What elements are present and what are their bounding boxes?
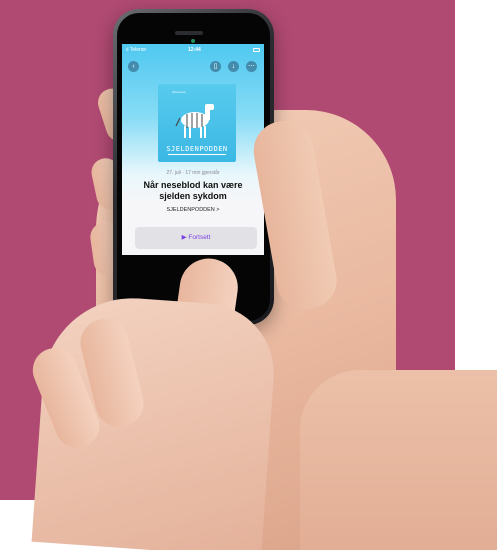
- wrist: [300, 370, 497, 550]
- bookmark-icon[interactable]: ▯: [210, 61, 221, 72]
- earpiece: [175, 31, 203, 35]
- zebra-illustration: [175, 104, 214, 138]
- cover-title: SJELDENPODDEN: [166, 145, 228, 153]
- show-link[interactable]: SJELDENPODDEN >: [122, 207, 264, 213]
- back-icon[interactable]: ‹: [128, 61, 139, 72]
- download-icon[interactable]: ↓: [228, 61, 239, 72]
- phone-screen: ıl Telenor 12:44 ‹ ▯ ↓ ⋯ (Ravenus) SJELD…: [122, 44, 264, 255]
- more-icon[interactable]: ⋯: [246, 61, 257, 72]
- status-bar: ıl Telenor 12:44: [126, 47, 260, 55]
- podcast-cover[interactable]: (Ravenus) SJELDENPODDEN: [158, 84, 236, 162]
- cover-underline: [168, 154, 226, 155]
- episode-title: Når neseblod kan være sjelden sykdom: [143, 180, 243, 201]
- front-camera: [191, 39, 195, 43]
- episode-meta: 27. juli · 17 min gjenstår: [166, 170, 220, 176]
- clock: 12:44: [188, 47, 201, 53]
- carrier-label: ıl Telenor: [126, 47, 147, 53]
- continue-button[interactable]: ▶ Fortsett: [135, 227, 257, 249]
- battery-icon: [253, 48, 260, 52]
